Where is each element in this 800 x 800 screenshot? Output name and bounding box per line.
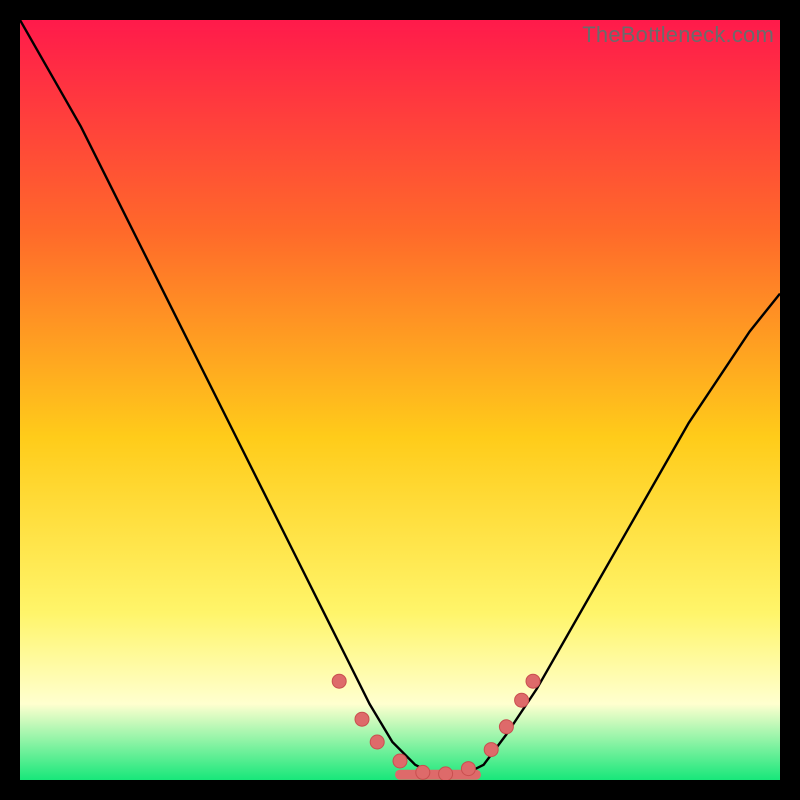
curve-marker [499, 720, 513, 734]
curve-marker [416, 765, 430, 779]
curve-marker [461, 762, 475, 776]
watermark-text: TheBottleneck.com [582, 22, 774, 48]
curve-marker [370, 735, 384, 749]
curve-marker [515, 693, 529, 707]
curve-marker [355, 712, 369, 726]
curve-marker [439, 767, 453, 780]
curve-marker [526, 674, 540, 688]
gradient-background [20, 20, 780, 780]
curve-marker [393, 754, 407, 768]
curve-marker [484, 743, 498, 757]
bottleneck-chart [20, 20, 780, 780]
chart-frame: TheBottleneck.com [20, 20, 780, 780]
curve-marker [332, 674, 346, 688]
